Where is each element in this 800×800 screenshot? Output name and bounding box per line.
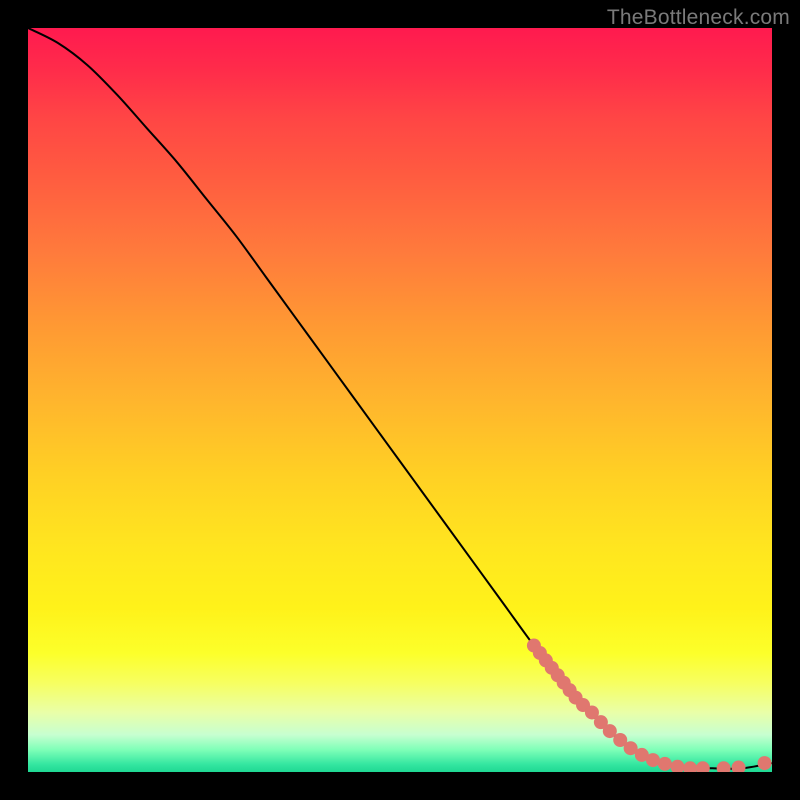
attribution-label: TheBottleneck.com [607,6,790,30]
curve-markers [527,639,772,772]
curve-marker [658,757,672,771]
curve-marker [683,761,697,772]
curve-marker [671,760,685,772]
curve-marker [758,756,772,770]
curve-marker [732,761,746,772]
bottleneck-curve-line [28,28,772,769]
curve-marker [696,761,710,772]
plot-area [28,28,772,772]
chart-stage: TheBottleneck.com [0,0,800,800]
chart-svg [28,28,772,772]
curve-marker [646,753,660,767]
curve-marker [717,761,731,772]
